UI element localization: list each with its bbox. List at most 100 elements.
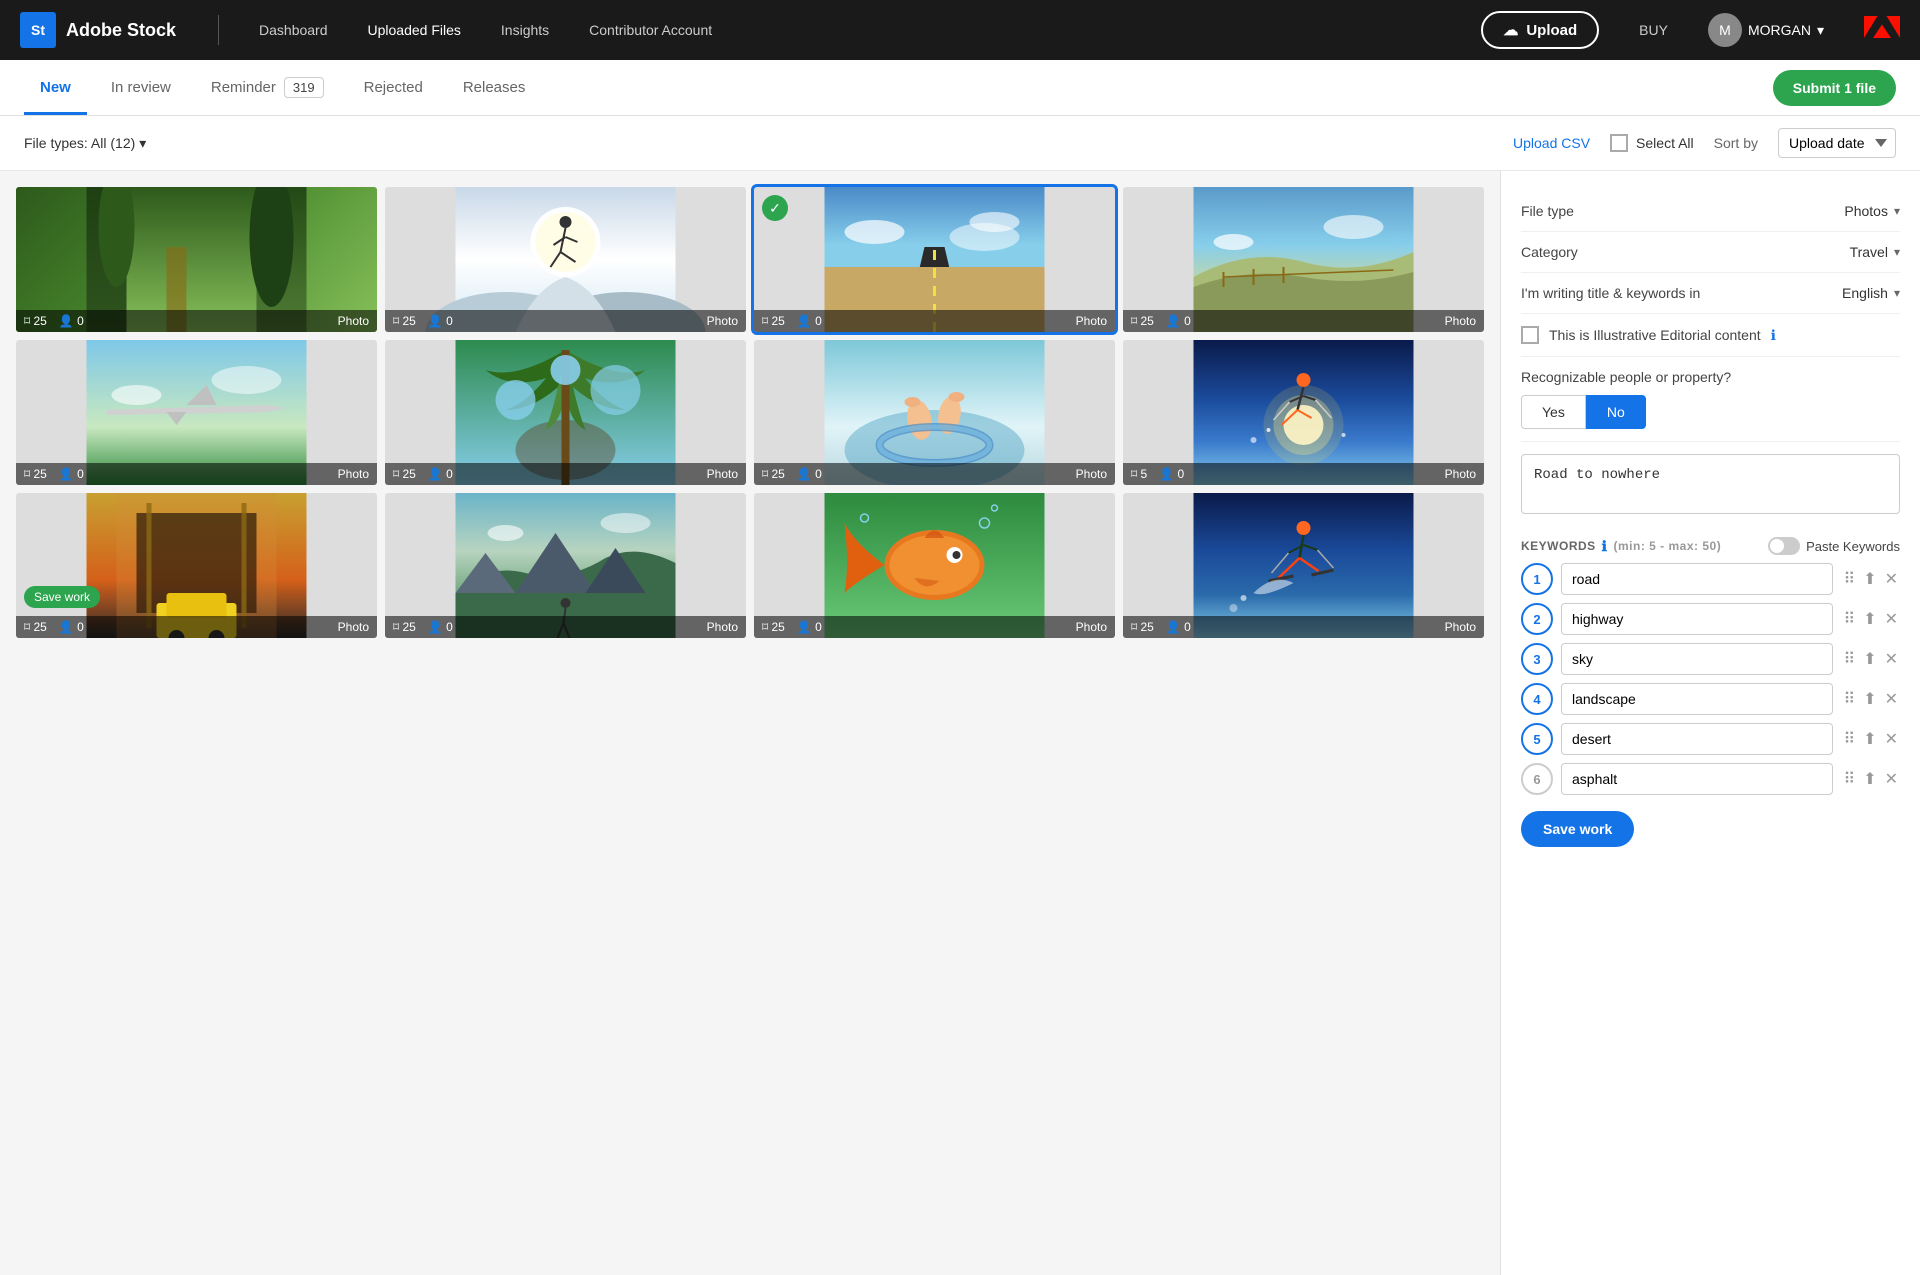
keyword-input-1[interactable] <box>1561 563 1833 595</box>
editorial-info-icon[interactable]: ℹ <box>1771 327 1776 344</box>
keyword-up-5[interactable]: ⬆ <box>1861 727 1878 751</box>
tab-new[interactable]: New <box>24 61 87 115</box>
keywords-hint: (min: 5 - max: 50) <box>1614 539 1722 553</box>
yes-button[interactable]: Yes <box>1521 395 1586 429</box>
keywords-header: KEYWORDS ℹ (min: 5 - max: 50) Paste Keyw… <box>1521 537 1900 555</box>
photo-card-11[interactable]: ⌑ 25 👤 0 Photo <box>754 493 1115 638</box>
photo-card-3[interactable]: ✓ ⌑ 25 👤 0 Photo <box>754 187 1115 332</box>
people-count-1: 👤 0 <box>59 314 84 328</box>
keyword-input-5[interactable] <box>1561 723 1833 755</box>
photo-card-2[interactable]: ⌑ 25 👤 0 Photo <box>385 187 746 332</box>
paste-keywords-label: Paste Keywords <box>1806 539 1900 554</box>
file-type-chevron: ▾ <box>139 135 146 152</box>
photo-footer-8: ⌑ 5 👤 0 Photo <box>1123 463 1484 485</box>
upload-button[interactable]: ☁ Upload <box>1481 11 1599 49</box>
keyword-drag-5[interactable]: ⠿ <box>1841 727 1857 751</box>
user-menu[interactable]: M MORGAN ▾ <box>1708 13 1824 47</box>
submit-button[interactable]: Submit 1 file <box>1773 70 1896 106</box>
keyword-remove-1[interactable]: ✕ <box>1883 567 1900 591</box>
keyword-input-2[interactable] <box>1561 603 1833 635</box>
language-label: I'm writing title & keywords in <box>1521 285 1700 301</box>
photo-card-8[interactable]: ⌑ 5 👤 0 Photo <box>1123 340 1484 485</box>
photo-type-1: Photo <box>338 314 369 328</box>
photo-card-12[interactable]: ⌑ 25 👤 0 Photo <box>1123 493 1484 638</box>
photo-card-5[interactable]: ⌑ 25 👤 0 Photo <box>16 340 377 485</box>
editorial-label: This is Illustrative Editorial content <box>1549 327 1761 343</box>
photo-footer-12: ⌑ 25 👤 0 Photo <box>1123 616 1484 638</box>
reminder-badge: 319 <box>284 77 324 98</box>
title-input[interactable] <box>1521 454 1900 514</box>
language-value[interactable]: English ▾ <box>1842 285 1900 301</box>
select-all-checkbox[interactable] <box>1610 134 1628 152</box>
keyword-up-3[interactable]: ⬆ <box>1861 647 1878 671</box>
tab-reminder[interactable]: Reminder 319 <box>195 59 340 117</box>
category-value[interactable]: Travel ▾ <box>1850 244 1900 260</box>
editorial-checkbox[interactable] <box>1521 326 1539 344</box>
photo-card-9[interactable]: ⌑ 25 👤 0 Photo Save work <box>16 493 377 638</box>
buy-link[interactable]: BUY <box>1639 22 1668 38</box>
nav-divider <box>218 15 219 45</box>
nav-uploaded-files[interactable]: Uploaded Files <box>360 18 469 42</box>
keyword-remove-2[interactable]: ✕ <box>1883 607 1900 631</box>
keyword-remove-6[interactable]: ✕ <box>1883 767 1900 791</box>
keyword-remove-5[interactable]: ✕ <box>1883 727 1900 751</box>
photo-card-4[interactable]: ⌑ 25 👤 0 Photo <box>1123 187 1484 332</box>
no-button[interactable]: No <box>1586 395 1646 429</box>
keyword-row-6: 6 ⠿ ⬆ ✕ <box>1521 763 1900 795</box>
keyword-row-2: 2 ⠿ ⬆ ✕ <box>1521 603 1900 635</box>
keyword-drag-1[interactable]: ⠿ <box>1841 567 1857 591</box>
save-work-main-button[interactable]: Save work <box>1521 811 1634 847</box>
keyword-row-1: 1 ⠿ ⬆ ✕ <box>1521 563 1900 595</box>
keyword-actions-1: ⠿ ⬆ ✕ <box>1841 567 1900 591</box>
keyword-up-2[interactable]: ⬆ <box>1861 607 1878 631</box>
keyword-drag-2[interactable]: ⠿ <box>1841 607 1857 631</box>
keyword-num-4: 4 <box>1521 683 1553 715</box>
keyword-remove-3[interactable]: ✕ <box>1883 647 1900 671</box>
top-navigation: St Adobe Stock Dashboard Uploaded Files … <box>0 0 1920 60</box>
file-type-filter[interactable]: File types: All (12) ▾ <box>24 135 146 152</box>
nav-contributor-account[interactable]: Contributor Account <box>581 18 720 42</box>
nav-insights[interactable]: Insights <box>493 18 557 42</box>
nav-dashboard[interactable]: Dashboard <box>251 18 336 42</box>
select-all-area[interactable]: Select All <box>1610 134 1694 152</box>
keyword-drag-3[interactable]: ⠿ <box>1841 647 1857 671</box>
photo-card-7[interactable]: ⌑ 25 👤 0 Photo <box>754 340 1115 485</box>
file-type-label: File type <box>1521 203 1574 219</box>
photo-footer-5: ⌑ 25 👤 0 Photo <box>16 463 377 485</box>
photo-card-10[interactable]: ⌑ 25 👤 0 Photo <box>385 493 746 638</box>
file-type-value[interactable]: Photos ▾ <box>1844 203 1900 219</box>
photo-grid: ⌑ 25 👤 0 Photo <box>0 171 1500 1275</box>
save-work-button[interactable]: Save work <box>24 586 100 608</box>
keywords-info-icon[interactable]: ℹ <box>1602 538 1608 555</box>
keyword-input-3[interactable] <box>1561 643 1833 675</box>
photo-footer-9: ⌑ 25 👤 0 Photo <box>16 616 377 638</box>
category-row: Category Travel ▾ <box>1521 232 1900 273</box>
keyword-drag-6[interactable]: ⠿ <box>1841 767 1857 791</box>
tab-rejected[interactable]: Rejected <box>348 61 439 115</box>
keyword-num-2: 2 <box>1521 603 1553 635</box>
keyword-remove-4[interactable]: ✕ <box>1883 687 1900 711</box>
upload-button-label: Upload <box>1526 22 1577 39</box>
photo-card-6[interactable]: ⌑ 25 👤 0 Photo <box>385 340 746 485</box>
keyword-actions-3: ⠿ ⬆ ✕ <box>1841 647 1900 671</box>
keyword-row-4: 4 ⠿ ⬆ ✕ <box>1521 683 1900 715</box>
keyword-actions-2: ⠿ ⬆ ✕ <box>1841 607 1900 631</box>
keyword-row-5: 5 ⠿ ⬆ ✕ <box>1521 723 1900 755</box>
upload-csv-button[interactable]: Upload CSV <box>1513 135 1590 151</box>
keyword-up-4[interactable]: ⬆ <box>1861 687 1878 711</box>
username: MORGAN <box>1748 22 1811 38</box>
keyword-input-6[interactable] <box>1561 763 1833 795</box>
keyword-input-4[interactable] <box>1561 683 1833 715</box>
sort-select[interactable]: Upload date Title File size <box>1778 128 1896 158</box>
toolbar: File types: All (12) ▾ Upload CSV Select… <box>0 116 1920 171</box>
photo-footer-11: ⌑ 25 👤 0 Photo <box>754 616 1115 638</box>
keyword-num-1: 1 <box>1521 563 1553 595</box>
keywords-label: KEYWORDS ℹ (min: 5 - max: 50) <box>1521 538 1721 555</box>
keyword-up-1[interactable]: ⬆ <box>1861 567 1878 591</box>
keyword-drag-4[interactable]: ⠿ <box>1841 687 1857 711</box>
tab-releases[interactable]: Releases <box>447 61 542 115</box>
paste-keywords-toggle[interactable] <box>1768 537 1800 555</box>
keyword-up-6[interactable]: ⬆ <box>1861 767 1878 791</box>
photo-card-1[interactable]: ⌑ 25 👤 0 Photo <box>16 187 377 332</box>
tab-in-review[interactable]: In review <box>95 61 187 115</box>
